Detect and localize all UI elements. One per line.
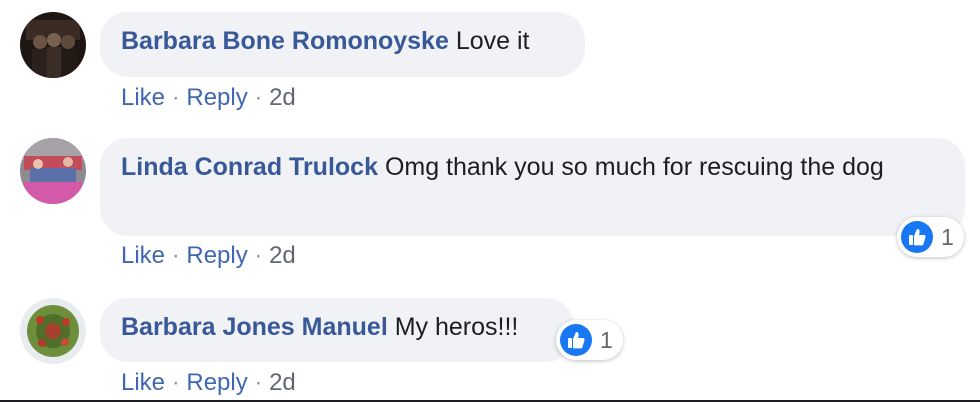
comment-author[interactable]: Linda Conrad Trulock	[121, 153, 378, 181]
comment-text: Love it	[455, 27, 530, 55]
comment-actions: Like · Reply · 2d	[121, 84, 296, 112]
comment-author[interactable]: Barbara Bone Romonoyske	[121, 27, 449, 55]
separator: ·	[254, 369, 263, 396]
separator: ·	[171, 242, 180, 269]
comment-bubble: Linda Conrad Trulock Omg thank you so mu…	[100, 138, 965, 236]
separator: ·	[171, 369, 180, 396]
like-link[interactable]: Like	[121, 369, 165, 396]
comment-author[interactable]: Barbara Jones Manuel	[121, 313, 388, 341]
reply-link[interactable]: Reply	[186, 369, 247, 396]
comment-text: Omg thank you so much for rescuing the d…	[384, 153, 884, 181]
thumbs-up-icon	[901, 221, 933, 253]
reaction-count-badge[interactable]: 1	[556, 320, 623, 360]
comment-actions: Like · Reply · 2d	[121, 242, 296, 270]
separator: ·	[254, 84, 263, 111]
reply-link[interactable]: Reply	[186, 84, 247, 111]
thumbs-up-icon	[560, 324, 592, 356]
comment-actions: Like · Reply · 2d	[121, 369, 296, 397]
separator: ·	[254, 242, 263, 269]
reply-link[interactable]: Reply	[186, 242, 247, 269]
reaction-count: 1	[941, 223, 954, 250]
comment-timestamp[interactable]: 2d	[269, 84, 296, 111]
like-link[interactable]: Like	[121, 242, 165, 269]
comment-text: My heros!!!	[394, 313, 519, 341]
reaction-count-badge[interactable]: 1	[897, 217, 964, 257]
like-link[interactable]: Like	[121, 84, 165, 111]
comment-timestamp[interactable]: 2d	[269, 242, 296, 269]
comment-bubble: Barbara Bone Romonoyske Love it	[100, 12, 585, 77]
comment-bubble: Barbara Jones Manuel My heros!!!	[100, 298, 574, 362]
comment-timestamp[interactable]: 2d	[269, 369, 296, 396]
separator: ·	[171, 84, 180, 111]
avatar[interactable]	[20, 138, 86, 204]
reaction-count: 1	[600, 326, 613, 353]
avatar[interactable]	[20, 12, 86, 78]
avatar[interactable]	[20, 298, 86, 364]
